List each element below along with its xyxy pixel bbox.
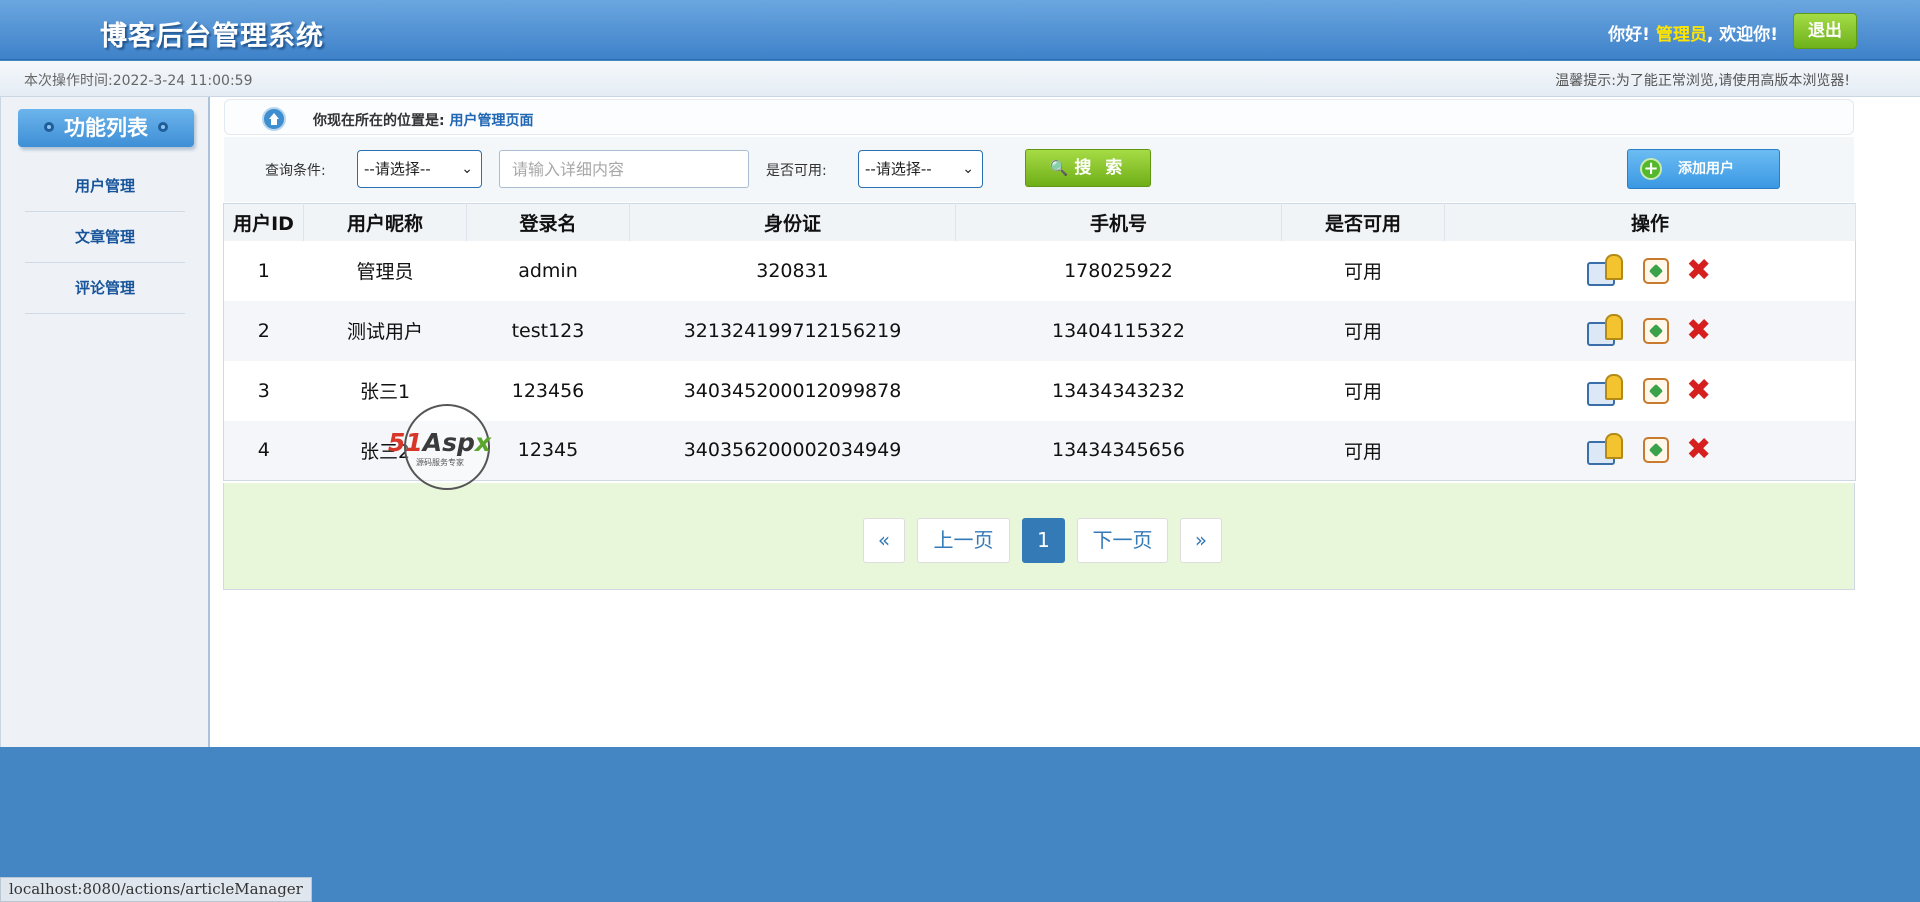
top-header: 博客后台管理系统 你好! 管理员, 欢迎你! 退出 [0,0,1920,60]
column-header-available: 是否可用 [1281,203,1445,241]
cell-phone: 13404115322 [955,300,1282,361]
permission-key-icon[interactable] [1586,373,1627,408]
chevron-down-icon: ⌄ [962,161,974,177]
delete-icon[interactable]: ✖ [1685,255,1713,285]
cell-idcard: 340356200002034949 [629,420,956,481]
cell-login: admin [518,259,578,282]
current-user-name: 管理员 [1655,25,1707,45]
column-header-phone: 手机号 [955,203,1282,241]
sidebar-title-label: 功能列表 [64,116,148,140]
greeting-suffix: , 欢迎你! [1706,25,1778,45]
greeting: 你好! 管理员, 欢迎你! [1608,20,1778,45]
breadcrumb-current-page[interactable]: 用户管理页面 [449,113,533,129]
query-condition-label: 查询条件: [265,163,326,179]
operation-time: 本次操作时间:2022-3-24 11:00:59 [24,73,253,89]
cell-id: 3 [257,379,270,402]
cell-login: test123 [466,300,630,361]
pager-next[interactable]: 下一页 [1077,518,1168,563]
breadcrumb-prefix: 你现在所在的位置是: [313,113,445,129]
column-header-idcard: 身份证 [629,203,956,241]
add-user-button[interactable]: + 添加用户 [1627,149,1780,189]
permission-key-icon[interactable] [1586,313,1627,348]
home-icon [262,107,286,131]
permission-key-icon[interactable] [1586,433,1627,467]
cell-id: 4 [223,420,304,481]
logout-button[interactable]: 退出 [1793,13,1857,49]
cell-idcard: 321324199712156219 [629,300,956,361]
cell-nickname: 管理员 [356,261,414,283]
cell-id: 2 [223,300,304,361]
edit-icon[interactable] [1642,437,1669,464]
pager-last[interactable]: » [1180,518,1222,563]
permission-key-icon[interactable] [1586,253,1627,288]
greeting-prefix: 你好! [1608,25,1650,45]
column-header-actions: 操作 [1444,203,1856,241]
cell-nickname: 测试用户 [303,300,467,361]
cell-actions: ✖ [1444,300,1856,361]
sidebar-menu: 用户管理 文章管理 评论管理 [25,161,185,314]
info-bar: 本次操作时间:2022-3-24 11:00:59 温馨提示:为了能正常浏览,请… [0,61,1920,97]
watermark-slogan: 源码服务专家 [416,458,464,467]
edit-icon[interactable] [1642,257,1669,284]
browser-status-url: localhost:8080/actions/articleManager [0,877,312,902]
cell-phone: 178025922 [1064,259,1173,282]
column-header-login: 登录名 [466,203,630,241]
breadcrumb: 你现在所在的位置是: 用户管理页面 [224,99,1854,135]
sidebar: 功能列表 用户管理 文章管理 评论管理 [0,97,210,747]
bullet-icon [158,122,168,132]
watermark-brand: 51Aspx [388,428,492,457]
delete-icon[interactable]: ✖ [1685,375,1713,405]
cell-actions: ✖ [1445,241,1856,301]
plus-icon: + [1640,158,1662,180]
cell-id: 1 [257,259,270,282]
cell-idcard: 340345200012099878 [683,379,902,402]
delete-icon[interactable]: ✖ [1685,315,1713,345]
sidebar-item-comment-management[interactable]: 评论管理 [25,263,185,314]
pager-first[interactable]: « [863,518,905,563]
availability-label: 是否可用: [766,163,827,179]
system-title: 博客后台管理系统 [100,21,324,52]
availability-select[interactable]: --请选择-- ⌄ [858,150,983,188]
query-condition-select[interactable]: --请选择-- ⌄ [357,150,482,188]
pager-prev[interactable]: 上一页 [917,518,1010,563]
cell-available: 可用 [1281,300,1445,361]
bullet-icon [44,122,54,132]
search-button-label: 搜 索 [1074,158,1127,178]
delete-icon[interactable]: ✖ [1685,435,1713,465]
breadcrumb-text: 你现在所在的位置是: 用户管理页面 [313,110,533,130]
cell-available: 可用 [1343,381,1382,403]
cell-phone: 13434343232 [1052,379,1185,402]
table-header-row: 用户ID 用户昵称 登录名 身份证 手机号 是否可用 操作 [223,203,1856,241]
cell-idcard: 320831 [756,259,829,282]
column-header-id: 用户ID [223,203,304,241]
cell-actions: ✖ [1445,361,1856,421]
cell-available: 可用 [1281,420,1445,481]
table-row: 1 管理员 admin 320831 178025922 可用 ✖ [224,241,1856,301]
sidebar-title: 功能列表 [18,109,194,147]
chevron-down-icon: ⌄ [461,161,473,177]
sidebar-item-user-management[interactable]: 用户管理 [25,161,185,212]
query-condition-value: --请选择-- [364,160,431,178]
add-user-label: 添加用户 [1678,161,1734,177]
table-row: 2 测试用户 test123 321324199712156219 134041… [223,300,1856,361]
cell-login: 123456 [511,379,585,402]
cell-available: 可用 [1343,261,1382,283]
search-input[interactable] [499,150,749,188]
availability-value: --请选择-- [865,160,932,178]
sidebar-item-article-management[interactable]: 文章管理 [25,212,185,263]
edit-icon[interactable] [1642,377,1669,404]
search-icon: 🔍 [1049,159,1069,177]
pager-current[interactable]: 1 [1022,518,1065,563]
cell-actions: ✖ [1444,420,1856,481]
search-toolbar: 查询条件: --请选择-- ⌄ 是否可用: --请选择-- ⌄ 🔍 搜 索 + 添… [224,137,1854,202]
watermark-logo: 51Aspx 源码服务专家 [388,404,491,490]
cell-phone: 13434345656 [955,420,1282,481]
column-header-nickname: 用户昵称 [303,203,467,241]
browser-tip: 温馨提示:为了能正常浏览,请使用高版本浏览器! [1555,73,1850,89]
pagination: « 上一页 1 下一页 » [223,483,1855,590]
edit-icon[interactable] [1642,317,1669,344]
search-button[interactable]: 🔍 搜 索 [1025,149,1151,187]
